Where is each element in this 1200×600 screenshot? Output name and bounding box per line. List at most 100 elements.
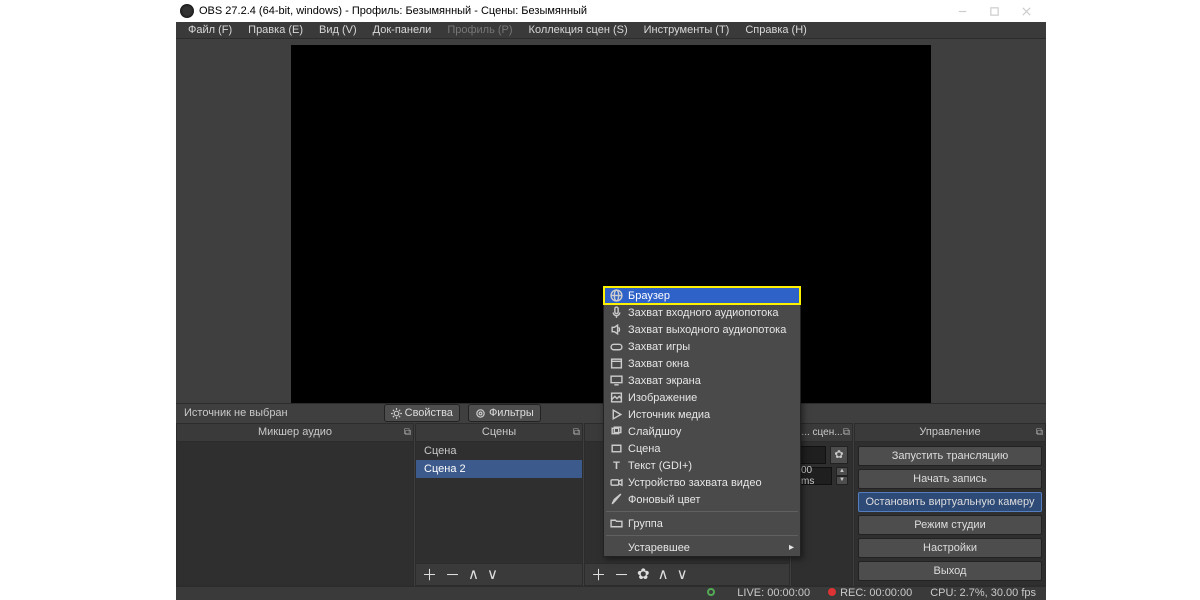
ctx-group[interactable]: Группа bbox=[604, 515, 800, 532]
menubar: Файл (F) Правка (E) Вид (V) Док-панели П… bbox=[176, 22, 1046, 39]
window-title: OBS 27.2.4 (64-bit, windows) - Профиль: … bbox=[199, 5, 587, 17]
live-status: LIVE: 00:00:00 bbox=[737, 587, 810, 599]
ctx-game-capture[interactable]: Захват игры bbox=[604, 338, 800, 355]
ctx-slideshow[interactable]: Слайдшоу bbox=[604, 423, 800, 440]
gamepad-icon bbox=[610, 340, 623, 353]
audio-mixer-header[interactable]: Микшер аудио ⧉ bbox=[177, 424, 413, 442]
titlebar: OBS 27.2.4 (64-bit, windows) - Профиль: … bbox=[176, 0, 1046, 22]
ctx-color-source[interactable]: Фоновый цвет bbox=[604, 491, 800, 508]
controls-body: Запустить трансляцию Начать запись Остан… bbox=[855, 442, 1045, 585]
close-button[interactable] bbox=[1010, 0, 1042, 22]
ctx-display-capture[interactable]: Захват экрана bbox=[604, 372, 800, 389]
ctx-item-label: Текст (GDI+) bbox=[628, 460, 692, 472]
settings-button[interactable]: Настройки bbox=[858, 538, 1042, 558]
play-icon bbox=[610, 408, 623, 421]
ctx-browser[interactable]: Браузер bbox=[604, 287, 800, 304]
ctx-item-label: Сцена bbox=[628, 443, 660, 455]
scenes-header[interactable]: Сцены ⧉ bbox=[416, 424, 582, 442]
ctx-text[interactable]: T Текст (GDI+) bbox=[604, 457, 800, 474]
transition-duration-field[interactable]: 00 ms bbox=[796, 467, 832, 485]
studio-mode-button[interactable]: Режим студии bbox=[858, 515, 1042, 535]
transitions-title: ... сцен... bbox=[801, 427, 842, 438]
menu-help[interactable]: Справка (H) bbox=[737, 22, 814, 38]
remove-source-button[interactable]: － bbox=[614, 564, 629, 585]
scenes-panel: Сцены ⧉ Сцена Сцена 2 ＋ － ∧ ∨ bbox=[415, 423, 583, 586]
ctx-image[interactable]: Изображение bbox=[604, 389, 800, 406]
camera-icon bbox=[610, 476, 623, 489]
ctx-item-label: Группа bbox=[628, 518, 663, 530]
menu-view[interactable]: Вид (V) bbox=[311, 22, 365, 38]
ctx-item-label: Фоновый цвет bbox=[628, 494, 700, 506]
popout-icon[interactable]: ⧉ bbox=[573, 427, 580, 438]
ctx-deprecated[interactable]: Устаревшее bbox=[604, 539, 800, 556]
ctx-window-capture[interactable]: Захват окна bbox=[604, 355, 800, 372]
exit-button[interactable]: Выход bbox=[858, 561, 1042, 581]
scene-item[interactable]: Сцена bbox=[416, 442, 582, 460]
ctx-item-label: Захват экрана bbox=[628, 375, 701, 387]
start-recording-button[interactable]: Начать запись bbox=[858, 469, 1042, 489]
no-source-label: Источник не выбран bbox=[184, 407, 288, 419]
scenes-footer: ＋ － ∧ ∨ bbox=[416, 563, 582, 585]
maximize-button[interactable] bbox=[978, 0, 1010, 22]
properties-button[interactable]: Свойства bbox=[384, 404, 460, 422]
controls-title: Управление bbox=[919, 426, 980, 438]
mic-icon bbox=[610, 306, 623, 319]
ctx-item-label: Захват окна bbox=[628, 358, 689, 370]
cpu-status: CPU: 2.7%, 30.00 fps bbox=[930, 587, 1036, 599]
properties-label: Свойства bbox=[405, 407, 453, 419]
menu-docks[interactable]: Док-панели bbox=[365, 22, 440, 38]
controls-header[interactable]: Управление ⧉ bbox=[855, 424, 1045, 442]
remove-scene-button[interactable]: － bbox=[445, 564, 460, 585]
obs-logo-icon bbox=[180, 4, 194, 18]
brush-icon bbox=[610, 493, 623, 506]
ctx-item-label: Захват игры bbox=[628, 341, 690, 353]
ctx-item-label: Устройство захвата видео bbox=[628, 477, 762, 489]
source-up-button[interactable]: ∧ bbox=[658, 565, 669, 583]
slides-icon bbox=[610, 425, 623, 438]
globe-icon bbox=[610, 289, 623, 302]
ctx-item-label: Устаревшее bbox=[628, 542, 690, 554]
scenes-title: Сцены bbox=[482, 426, 516, 438]
broadcast-status-icon bbox=[707, 587, 719, 599]
stop-virtual-camera-button[interactable]: Остановить виртуальную камеру bbox=[858, 492, 1042, 512]
ctx-audio-output[interactable]: Захват выходного аудиопотока bbox=[604, 321, 800, 338]
menu-file[interactable]: Файл (F) bbox=[180, 22, 240, 38]
source-settings-button[interactable]: ✿ bbox=[637, 565, 650, 583]
scene-up-button[interactable]: ∧ bbox=[468, 565, 479, 583]
image-icon bbox=[610, 391, 623, 404]
scene-down-button[interactable]: ∨ bbox=[487, 565, 498, 583]
transitions-header[interactable]: ... сцен... ⧉ bbox=[792, 424, 852, 442]
ctx-media-source[interactable]: Источник медиа bbox=[604, 406, 800, 423]
popout-icon[interactable]: ⧉ bbox=[404, 427, 411, 438]
start-streaming-button[interactable]: Запустить трансляцию bbox=[858, 446, 1042, 466]
add-source-button[interactable]: ＋ bbox=[591, 564, 606, 585]
ctx-video-capture[interactable]: Устройство захвата видео bbox=[604, 474, 800, 491]
ctx-separator bbox=[606, 511, 798, 512]
menu-profile[interactable]: Профиль (P) bbox=[439, 22, 520, 38]
menu-scene-collection[interactable]: Коллекция сцен (S) bbox=[521, 22, 636, 38]
ctx-item-label: Источник медиа bbox=[628, 409, 710, 421]
speaker-icon bbox=[610, 323, 623, 336]
audio-mixer-panel: Микшер аудио ⧉ bbox=[176, 423, 414, 586]
transition-settings-button[interactable]: ✿ bbox=[830, 446, 848, 464]
scenes-list: Сцена Сцена 2 bbox=[416, 442, 582, 563]
add-source-context-menu: Браузер Захват входного аудиопотока Захв… bbox=[603, 286, 801, 557]
transitions-body: ✿ 00 ms ▲▼ bbox=[792, 442, 852, 585]
menu-tools[interactable]: Инструменты (T) bbox=[636, 22, 738, 38]
ctx-scene[interactable]: Сцена bbox=[604, 440, 800, 457]
scene-item[interactable]: Сцена 2 bbox=[416, 460, 582, 478]
ctx-item-label: Захват входного аудиопотока bbox=[628, 307, 778, 319]
minimize-button[interactable] bbox=[946, 0, 978, 22]
duration-spinner[interactable]: ▲▼ bbox=[836, 467, 848, 485]
ctx-audio-input[interactable]: Захват входного аудиопотока bbox=[604, 304, 800, 321]
audio-mixer-title: Микшер аудио bbox=[258, 426, 332, 438]
controls-panel: Управление ⧉ Запустить трансляцию Начать… bbox=[854, 423, 1046, 586]
menu-edit[interactable]: Правка (E) bbox=[240, 22, 311, 38]
filters-button[interactable]: Фильтры bbox=[468, 404, 541, 422]
source-down-button[interactable]: ∨ bbox=[677, 565, 688, 583]
popout-icon[interactable]: ⧉ bbox=[1036, 427, 1043, 438]
popout-icon[interactable]: ⧉ bbox=[843, 427, 850, 438]
add-scene-button[interactable]: ＋ bbox=[422, 564, 437, 585]
ctx-item-label: Изображение bbox=[628, 392, 697, 404]
scene-icon bbox=[610, 442, 623, 455]
